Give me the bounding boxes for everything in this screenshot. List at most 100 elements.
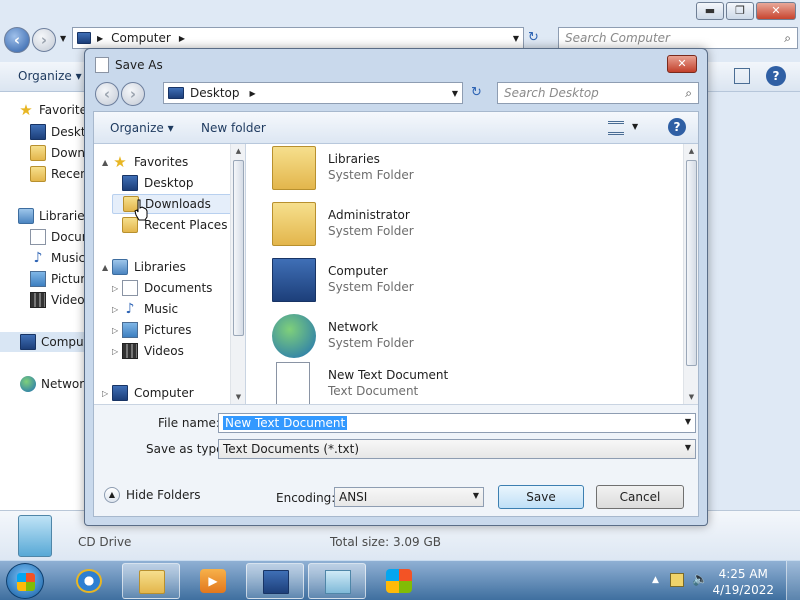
close-button[interactable]: ✕ — [756, 2, 796, 20]
scroll-down-icon[interactable]: ▼ — [684, 390, 698, 404]
scroll-down-icon[interactable]: ▼ — [231, 390, 245, 404]
tree-scroll-thumb[interactable] — [233, 160, 244, 336]
taskbar: ▶ ▲ 🔈 4:25 AM 4/19/2022 — [0, 560, 800, 600]
back-button[interactable]: ‹ — [4, 27, 30, 53]
taskbar-notepad[interactable] — [308, 563, 366, 599]
computer-icon — [272, 258, 316, 302]
tree-scrollbar[interactable]: ▲ ▼ — [230, 144, 245, 404]
taskbar-media-player[interactable]: ▶ — [184, 563, 242, 599]
tree-item-label: Music — [144, 302, 179, 316]
address-dropdown-icon[interactable]: ▼ — [513, 34, 519, 43]
hide-folders-button[interactable]: ▲ Hide Folders — [104, 487, 201, 503]
file-name-label: File name: — [158, 416, 220, 430]
explorer-organize-menu[interactable]: Organize ▾ — [18, 69, 82, 83]
dialog-address-bar[interactable]: Desktop ▶ ▼ — [163, 82, 463, 104]
tree-item-music[interactable]: ▷ ♪ Music — [112, 299, 178, 319]
pictures-icon — [30, 271, 46, 287]
help-icon[interactable]: ? — [668, 118, 686, 136]
breadcrumb-arrow-icon: ▶ — [178, 33, 185, 43]
breadcrumb-arrow-icon: ▶ — [97, 33, 104, 43]
collapse-arrow-icon[interactable]: ▲ — [102, 263, 112, 272]
total-size-text: Total size: 3.09 GB — [330, 535, 442, 549]
tree-item-videos[interactable]: ▷ Videos — [112, 341, 184, 361]
desktop-icon — [168, 87, 184, 99]
maximize-button[interactable]: ❐ — [726, 2, 754, 20]
save-button[interactable]: Save — [498, 485, 584, 509]
windows-explorer-icon — [139, 570, 165, 594]
views-icon[interactable] — [608, 121, 624, 135]
minimize-button[interactable]: ▬ — [696, 2, 724, 20]
documents-icon — [122, 280, 138, 296]
save-type-label: Save as type: — [146, 442, 228, 456]
expand-arrow-icon[interactable]: ▷ — [112, 284, 122, 293]
start-button[interactable] — [6, 563, 44, 599]
save-type-dropdown-icon[interactable]: ▼ — [685, 443, 691, 452]
documents-icon — [30, 229, 46, 245]
explorer-nav-computer[interactable]: Computer — [0, 332, 84, 352]
clock[interactable]: 4:25 AM 4/19/2022 — [712, 566, 774, 598]
save-form: File name: New Text Document ▼ Save as t… — [94, 404, 698, 516]
refresh-icon[interactable]: ↻ — [528, 30, 539, 45]
collapse-arrow-icon[interactable]: ▲ — [102, 158, 112, 167]
taskbar-internet-explorer[interactable] — [60, 563, 118, 599]
expand-arrow-icon[interactable]: ▷ — [112, 305, 122, 314]
file-item-new-text-document[interactable]: New Text Document Text Document — [262, 360, 642, 404]
tree-item-desktop[interactable]: Desktop — [112, 173, 194, 193]
forward-button[interactable]: › — [32, 28, 56, 52]
show-hidden-icons-icon[interactable]: ▲ — [652, 575, 659, 585]
tree-item-downloads[interactable]: Downloads — [112, 194, 234, 214]
volume-icon[interactable]: 🔈 — [692, 572, 708, 587]
save-type-select[interactable]: Text Documents (*.txt) ▼ — [218, 439, 696, 459]
taskbar-network-app[interactable] — [246, 563, 304, 599]
cancel-button[interactable]: Cancel — [596, 485, 684, 509]
dialog-title: Save As — [115, 58, 163, 72]
file-name-dropdown-icon[interactable]: ▼ — [685, 417, 691, 426]
system-tray: ▲ 🔈 4:25 AM 4/19/2022 — [630, 561, 800, 600]
file-item-network[interactable]: Network System Folder — [262, 312, 642, 362]
explorer-address-bar[interactable]: ▶ Computer ▶ ▼ — [72, 27, 524, 49]
taskbar-windows-explorer[interactable] — [122, 563, 180, 599]
action-center-icon[interactable] — [670, 573, 684, 587]
encoding-dropdown-icon[interactable]: ▼ — [473, 491, 479, 500]
dialog-close-button[interactable]: ✕ — [667, 55, 697, 73]
navigation-tree: ▲ ★ Favorites Desktop Downloads Recent Pla… — [94, 144, 246, 404]
organize-menu[interactable]: Organize ▾ — [110, 121, 174, 135]
dialog-forward-button[interactable]: › — [121, 82, 145, 106]
address-dropdown-icon[interactable]: ▼ — [452, 89, 458, 98]
explorer-search-input[interactable]: Search Computer ⌕ — [558, 27, 798, 49]
dialog-back-button[interactable]: ‹ — [95, 82, 119, 106]
refresh-icon[interactable]: ↻ — [471, 85, 482, 100]
tree-item-recent-places[interactable]: Recent Places — [112, 215, 227, 235]
file-item-computer[interactable]: Computer System Folder — [262, 256, 642, 306]
encoding-select[interactable]: ANSI ▼ — [334, 487, 484, 507]
expand-arrow-icon[interactable]: ▷ — [112, 326, 122, 335]
computer-icon — [112, 385, 128, 401]
dialog-search-input[interactable]: Search Desktop ⌕ — [497, 82, 699, 104]
new-folder-button[interactable]: New folder — [201, 121, 266, 135]
folder-icon — [30, 145, 46, 161]
tree-item-label: Recent Places — [144, 218, 228, 232]
scroll-up-icon[interactable]: ▲ — [684, 144, 698, 158]
expand-arrow-icon[interactable]: ▷ — [102, 389, 112, 398]
search-icon: ⌕ — [784, 30, 791, 45]
file-item-administrator[interactable]: Administrator System Folder — [262, 200, 642, 250]
file-scroll-thumb[interactable] — [686, 160, 697, 366]
file-name-input[interactable]: New Text Document ▼ — [218, 413, 696, 433]
hide-folders-label: Hide Folders — [126, 488, 201, 502]
tree-item-libraries[interactable]: ▲ Libraries — [102, 257, 186, 277]
tree-item-favorites[interactable]: ▲ ★ Favorites — [102, 152, 188, 172]
notepad-icon — [95, 57, 109, 73]
recent-pages-dropdown[interactable]: ▼ — [60, 34, 66, 43]
expand-arrow-icon[interactable]: ▷ — [112, 347, 122, 356]
file-list-scrollbar[interactable]: ▲ ▼ — [683, 144, 698, 404]
tree-item-computer[interactable]: ▷ Computer — [102, 383, 194, 403]
taskbar-windows-app[interactable] — [370, 563, 428, 599]
help-icon[interactable]: ? — [766, 66, 786, 86]
views-dropdown-icon[interactable]: ▼ — [632, 122, 638, 131]
tree-item-pictures[interactable]: ▷ Pictures — [112, 320, 192, 340]
tree-item-documents[interactable]: ▷ Documents — [112, 278, 212, 298]
preview-pane-icon[interactable] — [734, 68, 750, 84]
show-desktop-button[interactable] — [786, 561, 800, 600]
file-item-libraries[interactable]: Libraries System Folder — [262, 144, 642, 194]
scroll-up-icon[interactable]: ▲ — [231, 144, 245, 158]
